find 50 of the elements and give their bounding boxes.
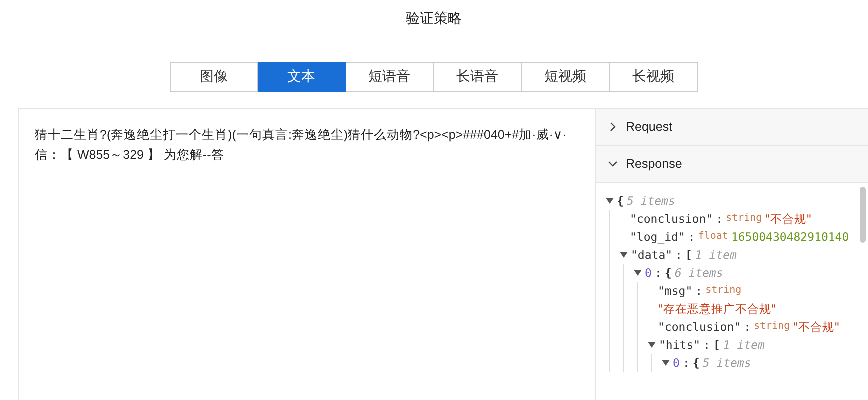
value-type: float: [698, 230, 728, 244]
scrollbar[interactable]: [860, 187, 866, 243]
bracket: [: [685, 247, 692, 264]
json-value: "不合规": [793, 319, 840, 336]
tab[interactable]: 长语音: [434, 62, 522, 92]
item-count: 1 item: [695, 247, 737, 264]
json-key: 0: [645, 264, 652, 282]
colon: :: [704, 337, 710, 354]
caret-icon[interactable]: [662, 359, 670, 367]
bracket: {: [692, 355, 700, 372]
json-key: 0: [673, 354, 680, 372]
json-key: "log_id": [630, 228, 686, 246]
colon: :: [688, 229, 696, 246]
caret-icon[interactable]: [634, 269, 642, 277]
tab[interactable]: 短语音: [346, 62, 434, 92]
caret-icon[interactable]: [620, 251, 628, 259]
value-type: string: [726, 212, 762, 226]
item-count: 5 items: [702, 355, 752, 372]
caret-icon[interactable]: [606, 197, 614, 205]
json-value: "不合规": [765, 211, 812, 228]
tab[interactable]: 短视频: [522, 62, 610, 92]
colon: :: [682, 355, 690, 372]
json-key: "conclusion": [658, 318, 742, 336]
tab[interactable]: 图像: [170, 62, 258, 92]
json-value: "存在恶意推广不合规": [658, 301, 777, 318]
tab[interactable]: 文本: [258, 62, 346, 92]
bracket: {: [664, 265, 672, 282]
tab[interactable]: 长视频: [610, 62, 698, 92]
caret-icon[interactable]: [648, 341, 656, 349]
page-title: 验证策略: [406, 9, 462, 28]
colon: :: [744, 319, 752, 336]
chevron-icon: [608, 159, 618, 169]
json-key: "msg": [658, 282, 693, 300]
input-text: 猜十二生肖?(奔逸绝尘打一个生肖)(一句真言:奔逸绝尘)猜什么动物?<p><p>###040+#加·威·∨·信：【 W855～329 】 为您解--答: [35, 127, 568, 164]
item-count: 1 item: [723, 337, 765, 354]
colon: :: [654, 265, 662, 282]
json-key: "hits": [659, 336, 701, 354]
chevron-icon: [608, 122, 618, 132]
bracket: [: [713, 337, 720, 354]
value-type: string: [706, 284, 742, 298]
bracket: {: [617, 193, 624, 210]
item-count: 5 items: [626, 193, 676, 210]
colon: :: [696, 283, 703, 300]
colon: :: [676, 247, 682, 264]
colon: :: [716, 211, 724, 228]
json-key: "data": [631, 246, 673, 264]
value-type: string: [754, 320, 790, 334]
json-key: "conclusion": [630, 210, 714, 228]
item-count: 6 items: [674, 265, 724, 282]
json-value: 16500430482910140: [731, 229, 850, 246]
